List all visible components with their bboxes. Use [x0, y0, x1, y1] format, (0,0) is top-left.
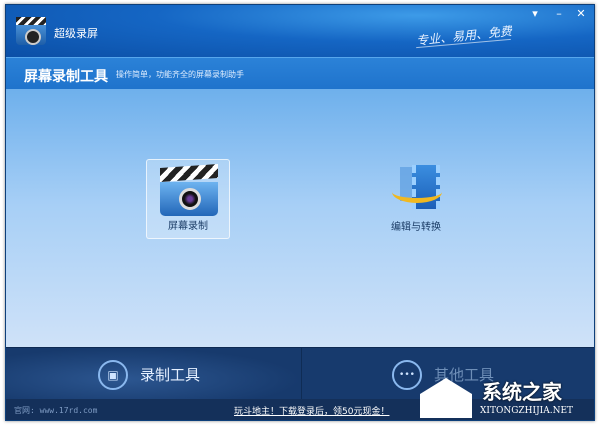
watermark: 系统之家 XITONGZHIJIA.NET	[420, 370, 600, 426]
tab-record-tools[interactable]: ▣ 录制工具	[6, 348, 301, 400]
tab-label: 录制工具	[140, 366, 201, 384]
app-logo-icon	[16, 17, 46, 45]
menu-button[interactable]: ▾	[526, 7, 544, 21]
page-title: 屏幕录制工具	[24, 69, 108, 85]
tool-area: 屏幕录制 编辑与转换	[6, 89, 594, 347]
edit-convert-tool[interactable]: 编辑与转换	[374, 159, 458, 239]
app-title: 超级录屏	[54, 27, 98, 40]
film-convert-icon	[392, 165, 442, 209]
website-text: 官网: www.17rd.com	[14, 406, 98, 415]
watermark-url: XITONGZHIJIA.NET	[480, 406, 574, 416]
film-icon: ▣	[98, 360, 128, 390]
promo-link[interactable]: 玩斗地主！下载登录后，领50元现金！	[234, 404, 389, 417]
watermark-text: 系统之家	[482, 380, 562, 404]
screen-record-tool[interactable]: 屏幕录制	[146, 159, 230, 239]
close-button[interactable]: ✕	[572, 7, 590, 21]
more-icon: •••	[392, 360, 422, 390]
title-bar: 超级录屏 专业、易用、免费 ▾ – ✕	[6, 5, 594, 57]
tool-label: 屏幕录制	[168, 221, 208, 232]
clapperboard-camera-icon	[160, 163, 218, 216]
app-window: 超级录屏 专业、易用、免费 ▾ – ✕ 屏幕录制工具 操作简单，功能齐全的屏幕录…	[5, 4, 595, 421]
tool-label: 编辑与转换	[391, 222, 441, 233]
minimize-button[interactable]: –	[550, 7, 568, 21]
page-description: 操作简单，功能齐全的屏幕录制助手	[116, 70, 244, 79]
house-logo-icon	[420, 378, 472, 418]
sub-header: 屏幕录制工具 操作简单，功能齐全的屏幕录制助手	[6, 57, 594, 89]
